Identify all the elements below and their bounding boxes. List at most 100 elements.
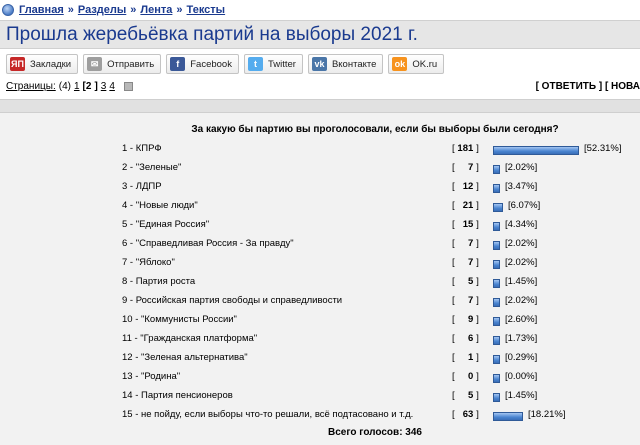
poll-option-count: [ 7]	[452, 295, 479, 306]
share-toolbar: ЯП Закладки ✉ Отправить f Facebook t Twitter vk В…	[6, 54, 445, 74]
poll-option-label: 6 - "Справедливая Россия - За правду"	[122, 238, 294, 249]
poll-option-percent: [1.73%]	[505, 333, 538, 344]
poll-option-votes: 0	[467, 371, 474, 382]
poll-option-bar	[493, 165, 500, 174]
poll-option-label: 3 - ЛДПР	[122, 181, 162, 192]
poll-option-label: 5 - "Единая Россия"	[122, 219, 210, 230]
poll-option-percent: [52.31%]	[584, 143, 622, 154]
poll-option-count: [ 7]	[452, 162, 479, 173]
poll-option-votes: 1	[467, 352, 474, 363]
poll-option-percent: [0.29%]	[505, 352, 538, 363]
poll-option-count: [ 0]	[452, 371, 479, 382]
share-button-facebook[interactable]: f Facebook	[166, 54, 239, 74]
facebook-icon: f	[170, 57, 186, 71]
poll-option-percent: [1.45%]	[505, 390, 538, 401]
poll-option-votes: 5	[467, 276, 474, 287]
poll-option: 2 - "Зеленые" [ 7] [2.02%]	[0, 162, 640, 178]
share-button-label: Отправить	[107, 58, 155, 70]
bookmarks-icon: ЯП	[10, 57, 25, 71]
breadcrumb-link-feed[interactable]: Лента	[140, 4, 172, 16]
share-button-bookmarks[interactable]: ЯП Закладки	[6, 54, 79, 74]
poll-option: 14 - Партия пенсионеров [ 5] [1.45%]	[0, 390, 640, 406]
poll-option-bar	[493, 184, 500, 193]
home-icon[interactable]	[2, 4, 14, 16]
poll-option-votes: 7	[467, 295, 474, 306]
poll-option-bar	[493, 260, 500, 269]
poll-option-bar	[493, 374, 500, 383]
poll-option-percent: [3.47%]	[505, 181, 538, 192]
poll-option-bar	[493, 241, 500, 250]
poll-option: 5 - "Единая Россия" [ 15] [4.34%]	[0, 219, 640, 235]
poll-option: 12 - "Зеленая альтернатива" [ 1] [0.29%]	[0, 352, 640, 368]
poll-option-label: 15 - не пойду, если выборы что-то решали…	[122, 409, 414, 420]
poll-option-count: [ 7]	[452, 257, 479, 268]
poll-option-bar	[493, 317, 500, 326]
poll-option-bar	[493, 355, 500, 364]
breadcrumb-link-home[interactable]: Главная	[19, 4, 64, 16]
poll-option-label: 10 - "Коммунисты России"	[122, 314, 237, 325]
poll-option: 1 - КПРФ [ 181] [52.31%]	[0, 143, 640, 159]
poll-option: 4 - "Новые люди" [ 21] [6.07%]	[0, 200, 640, 216]
poll-option-percent: [18.21%]	[528, 409, 566, 420]
poll-option-percent: [2.02%]	[505, 295, 538, 306]
poll-option-bar	[493, 203, 503, 212]
poll-panel: За какую бы партию вы проголосовали, есл…	[0, 113, 640, 445]
share-button-vk[interactable]: vk Вконтакте	[307, 54, 384, 74]
vk-icon: vk	[311, 57, 327, 71]
share-button-label: Facebook	[190, 58, 232, 70]
poll-option-percent: [2.60%]	[505, 314, 538, 325]
poll-option: 13 - "Родина" [ 0] [0.00%]	[0, 371, 640, 387]
poll-option: 7 - "Яблоко" [ 7] [2.02%]	[0, 257, 640, 273]
page-link-4[interactable]: 4	[109, 81, 115, 92]
poll-option-percent: [2.02%]	[505, 238, 538, 249]
poll-option-votes: 63	[462, 409, 474, 420]
ok-icon: ok	[392, 57, 408, 71]
page-link-3[interactable]: 3	[101, 81, 107, 92]
pages-label: Страницы:	[6, 81, 56, 92]
print-icon[interactable]	[123, 82, 133, 91]
share-button-twitter[interactable]: t Twitter	[243, 54, 303, 74]
share-button-label: Вконтакте	[331, 58, 377, 70]
breadcrumb: Главная » Разделы » Лента » Тексты	[2, 1, 225, 19]
poll-option-count: [ 5]	[452, 276, 479, 287]
poll-option-count: [ 15]	[452, 219, 479, 230]
poll-option-label: 4 - "Новые люди"	[122, 200, 198, 211]
poll-option-bar	[493, 393, 500, 402]
poll-option-percent: [6.07%]	[508, 200, 541, 211]
poll-option-count: [ 181]	[452, 143, 479, 154]
poll-option: 10 - "Коммунисты России" [ 9] [2.60%]	[0, 314, 640, 330]
poll-option-bar	[493, 222, 500, 231]
poll-option-label: 14 - Партия пенсионеров	[122, 390, 233, 401]
divider-band	[0, 99, 640, 113]
poll-option-bar	[493, 336, 500, 345]
page-current-number: 2	[85, 81, 92, 92]
poll-option-count: [ 5]	[452, 390, 479, 401]
share-button-ok[interactable]: ok OK.ru	[388, 54, 445, 74]
reply-actions[interactable]: [ ОТВЕТИТЬ ] [ НОВА	[536, 81, 640, 92]
share-button-mail[interactable]: ✉ Отправить	[83, 54, 162, 74]
share-button-label: OK.ru	[412, 58, 438, 70]
poll-option-count: [ 6]	[452, 333, 479, 344]
share-button-label: Twitter	[267, 58, 296, 70]
poll-option-percent: [2.02%]	[505, 257, 538, 268]
poll-option-votes: 7	[467, 162, 474, 173]
breadcrumb-link-texts[interactable]: Тексты	[187, 4, 226, 16]
poll-option-percent: [0.00%]	[505, 371, 538, 382]
poll-option-bar	[493, 146, 579, 155]
poll-option-count: [ 12]	[452, 181, 479, 192]
poll-option-count: [ 9]	[452, 314, 479, 325]
poll-option-bar	[493, 412, 523, 421]
page-title: Прошла жеребьёвка партий на выборы 2021 …	[6, 24, 418, 45]
poll-option-votes: 15	[462, 219, 474, 230]
poll-question: За какую бы партию вы проголосовали, есл…	[191, 124, 559, 135]
pages-count: (4)	[58, 81, 71, 92]
page-link-1[interactable]: 1	[74, 81, 80, 92]
poll-option: 3 - ЛДПР [ 12] [3.47%]	[0, 181, 640, 197]
poll-option-votes: 9	[467, 314, 474, 325]
breadcrumb-link-sections[interactable]: Разделы	[78, 4, 126, 16]
breadcrumb-separator: »	[67, 4, 74, 16]
poll-option: 15 - не пойду, если выборы что-то решали…	[0, 409, 640, 425]
poll-option-votes: 6	[467, 333, 474, 344]
poll-option-votes: 12	[462, 181, 474, 192]
poll-option-label: 11 - "Гражданская платформа"	[122, 333, 258, 344]
